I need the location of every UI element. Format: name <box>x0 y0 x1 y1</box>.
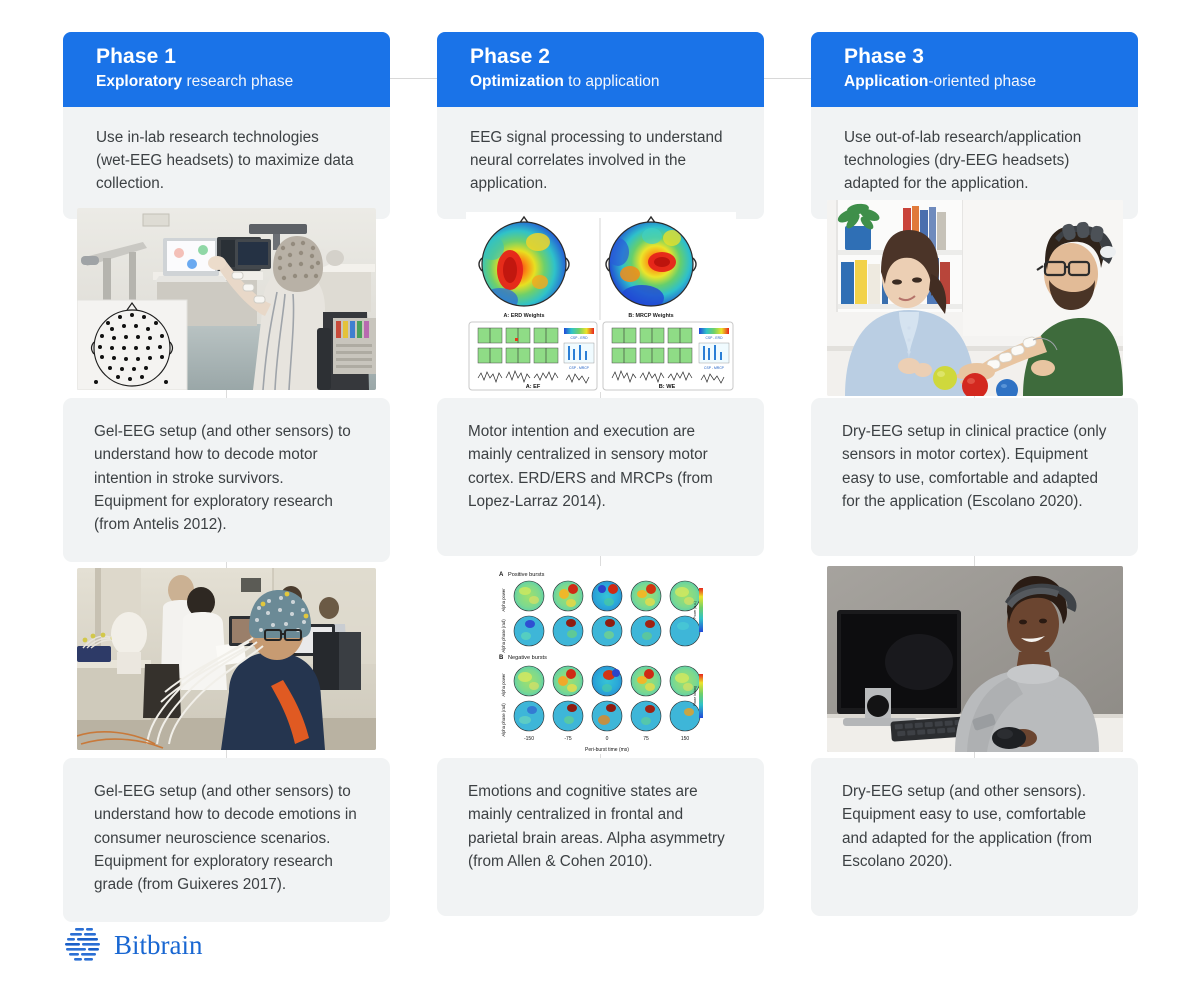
phase-2-title: Phase 2 <box>470 45 551 68</box>
phase-1-bottom-text: Gel-EEG setup (and other sensors) to und… <box>94 783 357 893</box>
phase-1-title: Phase 1 <box>96 45 177 68</box>
phase-2-header: Phase 2 Optimization to application <box>437 32 764 107</box>
fig2-xtick-2: 0 <box>606 736 609 742</box>
phase-1-subtitle-rest: research phase <box>182 73 294 91</box>
phase-2-subtitle-rest: to application <box>563 73 660 91</box>
phase-1-header: Phase 1 Exploratory research phase <box>63 32 390 107</box>
fig2-rowlabel-3: Alpha power <box>501 673 506 697</box>
phase-3-mid-text: Dry-EEG setup in clinical practice (only… <box>842 423 1107 510</box>
svg-text:Negative bursts: Negative bursts <box>508 655 547 661</box>
svg-text:CSP - ERD: CSP - ERD <box>570 336 588 340</box>
phase-3-header: Phase 3 Application-oriented phase <box>811 32 1138 107</box>
connector-line-header-2-3 <box>764 78 811 79</box>
phase-2-bottom-text-card: Emotions and cognitive states are mainly… <box>437 758 764 916</box>
svg-text:Positive bursts: Positive bursts <box>508 572 545 578</box>
phase-3-bottom-text-card: Dry-EEG setup (and other sensors). Equip… <box>811 758 1138 916</box>
fig2-label-a: A <box>499 572 504 578</box>
fig2-xtick-4: 150 <box>681 736 690 742</box>
connector-line-header-1-2 <box>390 78 437 79</box>
figure-label-panel-a: A: EF <box>526 384 541 390</box>
infographic-board: Phase 1 Exploratory research phase Use i… <box>0 0 1201 983</box>
phase-1-card: Phase 1 Exploratory research phase Use i… <box>63 32 390 220</box>
bitbrain-dashed-circle-logo-icon <box>62 925 104 965</box>
fig2-rowlabel-2: Alpha phase (rad) <box>501 619 506 653</box>
phase-2-intro-text: EEG signal processing to understand neur… <box>470 128 723 193</box>
phase-3-card: Phase 3 Application-oriented phase Use o… <box>811 32 1138 220</box>
svg-text:CSP - ERD: CSP - ERD <box>705 336 723 340</box>
fig2-rowlabel-4: Alpha phase (rad) <box>501 703 506 737</box>
fig2-xtick-1: -75 <box>564 736 571 742</box>
figure-alpha-burst-topographies: A Positive bursts Alpha power Alpha phas… <box>495 566 707 754</box>
svg-text:CSP - MRCP: CSP - MRCP <box>704 366 725 370</box>
phase-2-card: Phase 2 Optimization to application EEG … <box>437 32 764 220</box>
phase-2-mid-text-card: Motor intention and execution are mainly… <box>437 398 764 556</box>
fig2-xaxis-label: Peri-burst time (ms) <box>585 747 629 753</box>
phase-1-bottom-text-card: Gel-EEG setup (and other sensors) to und… <box>63 758 390 923</box>
phase-3-subtitle-bold: Application <box>844 73 929 91</box>
phase-1-mid-text-card: Gel-EEG setup (and other sensors) to und… <box>63 398 390 563</box>
phase-3-mid-text-card: Dry-EEG setup in clinical practice (only… <box>811 398 1138 556</box>
figure-erd-mrcp-weights: A: ERD Weights B: MRCP Weights CSP - ERD… <box>466 212 736 392</box>
phase-2-subtitle-bold: Optimization <box>470 73 564 91</box>
figure-label-panel-b: B: WE <box>659 384 676 390</box>
phase-3-subtitle: Application-oriented phase <box>844 73 1105 92</box>
phase-1-mid-text: Gel-EEG setup (and other sensors) to und… <box>94 423 351 533</box>
phase-2-subtitle: Optimization to application <box>470 73 731 92</box>
svg-text:CSP - MRCP: CSP - MRCP <box>569 366 590 370</box>
fig2-label-b: B <box>499 655 504 661</box>
brand-name: Bitbrain <box>114 929 203 960</box>
office-photo-dry-eeg-headband-computer <box>827 566 1123 752</box>
figure-label-topo-a: A: ERD Weights <box>504 313 545 319</box>
phase-3-title: Phase 3 <box>844 45 925 68</box>
phase-1-intro-text: Use in-lab research technologies (wet-EE… <box>96 128 354 193</box>
fig2-xtick-0: -150 <box>524 736 534 742</box>
phase-1-subtitle: Exploratory research phase <box>96 73 357 92</box>
phase-3-bottom-text: Dry-EEG setup (and other sensors). Equip… <box>842 783 1093 870</box>
phase-3-subtitle-rest: -oriented phase <box>928 73 1037 91</box>
phase-2-bottom-text: Emotions and cognitive states are mainly… <box>468 783 725 870</box>
brand-logo[interactable]: Bitbrain <box>62 925 203 965</box>
fig2-rowlabel-1: Alpha power <box>501 588 506 612</box>
svg-text:Power (a.u.): Power (a.u.) <box>693 601 697 618</box>
lab-photo-wet-eeg-stroke-rehab <box>77 208 376 390</box>
phase-column-3: Phase 3 Application-oriented phase Use o… <box>811 32 1138 220</box>
clinic-photo-dry-eeg-therapy-session <box>827 200 1123 396</box>
fig2-xtick-3: 75 <box>643 736 649 742</box>
lab-photo-wet-eeg-cap-participant <box>77 568 376 750</box>
phase-column-2: Phase 2 Optimization to application EEG … <box>437 32 764 220</box>
phase-1-subtitle-bold: Exploratory <box>96 73 183 91</box>
phase-column-1: Phase 1 Exploratory research phase Use i… <box>63 32 390 220</box>
phase-2-mid-text: Motor intention and execution are mainly… <box>468 423 713 510</box>
figure-label-topo-b: B: MRCP Weights <box>628 313 673 319</box>
svg-text:Phase locking: Phase locking <box>693 686 697 706</box>
